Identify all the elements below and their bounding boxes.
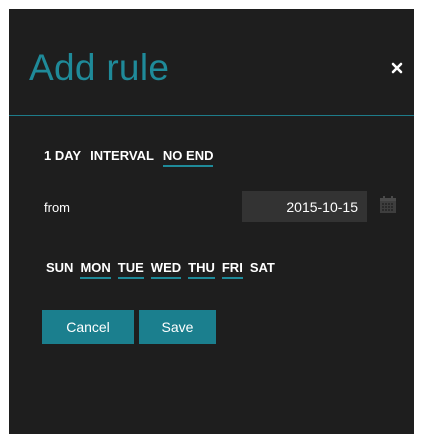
save-button[interactable]: Save <box>139 310 216 344</box>
weekday-thu[interactable]: THU <box>188 260 215 279</box>
weekday-mon[interactable]: MON <box>80 260 111 279</box>
weekday-wed[interactable]: WED <box>150 260 182 279</box>
weekday-fri[interactable]: FRI <box>221 260 243 279</box>
from-label: from <box>44 200 70 215</box>
cancel-button[interactable]: Cancel <box>42 310 134 344</box>
title-divider <box>9 115 414 116</box>
weekday-sun[interactable]: SUN <box>46 260 73 279</box>
weekday-tue[interactable]: TUE <box>117 260 144 279</box>
weekday-sat[interactable]: SAT <box>250 260 275 279</box>
add-rule-dialog: Add rule 1 DAY INTERVAL NO END from SUN … <box>9 9 414 434</box>
recurrence-options: 1 DAY INTERVAL NO END <box>44 148 214 167</box>
option-interval[interactable]: INTERVAL <box>90 148 154 167</box>
dialog-title: Add rule <box>29 47 170 88</box>
option-1-day[interactable]: 1 DAY <box>44 148 81 167</box>
calendar-icon[interactable] <box>378 195 398 215</box>
weekday-selector: SUN MON TUE WED THU FRI SAT <box>46 260 275 279</box>
option-no-end[interactable]: NO END <box>162 148 214 167</box>
close-icon[interactable] <box>390 61 404 75</box>
from-date-input[interactable] <box>242 191 367 222</box>
